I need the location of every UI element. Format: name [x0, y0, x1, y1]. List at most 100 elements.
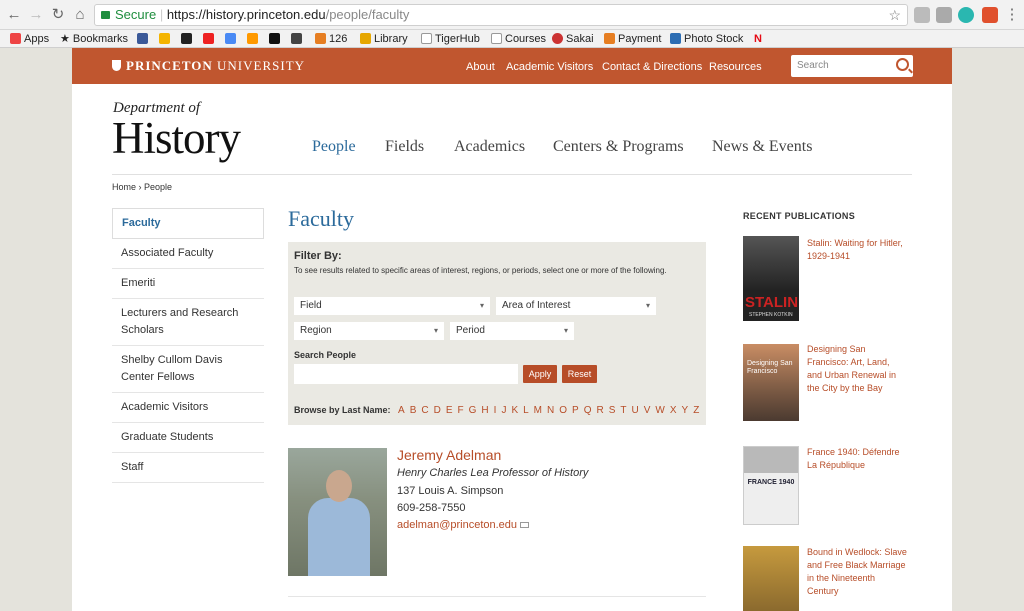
drive-icon[interactable] — [159, 32, 173, 46]
page-title: Faculty — [288, 206, 354, 231]
bookmark-payment[interactable]: Payment — [604, 32, 661, 46]
topnav-about[interactable]: About — [466, 61, 495, 73]
letter-link-b[interactable]: B — [410, 405, 417, 416]
arrow-right-icon[interactable]: → — [26, 5, 46, 25]
home-icon[interactable]: ⌂ — [70, 5, 90, 25]
reset-button[interactable]: Reset — [562, 365, 597, 383]
extension-icon[interactable] — [958, 7, 974, 23]
letter-link-o[interactable]: O — [559, 405, 567, 416]
nav-people[interactable]: People — [312, 138, 356, 156]
letter-link-w[interactable]: W — [655, 405, 664, 416]
letter-link-t[interactable]: T — [620, 405, 626, 416]
page: PRINCETON UNIVERSITY About Academic Visi… — [72, 48, 952, 611]
letter-link-p[interactable]: P — [572, 405, 579, 416]
nav-fields[interactable]: Fields — [385, 138, 424, 156]
field-select[interactable]: Field — [294, 297, 490, 315]
bookmark-126[interactable]: 126 — [315, 32, 347, 46]
bookmark-library[interactable]: Library — [360, 32, 408, 46]
letter-link-i[interactable]: I — [494, 405, 497, 416]
search-icon[interactable] — [896, 58, 909, 71]
sidebar-item-lecturers[interactable]: Lecturers and Research Scholars — [112, 299, 264, 346]
letter-link-c[interactable]: C — [421, 405, 428, 416]
area-of-interest-select[interactable]: Area of Interest — [496, 297, 656, 315]
letter-link-z[interactable]: Z — [693, 405, 699, 416]
faculty-name[interactable]: Jeremy Adelman — [397, 447, 501, 463]
sidebar-item-emeriti[interactable]: Emeriti — [112, 269, 264, 299]
bookmark-tigerhub[interactable]: TigerHub — [421, 32, 480, 46]
bookmark-star-icon[interactable]: ☆ — [888, 5, 901, 25]
shield-extension-icon[interactable] — [982, 7, 998, 23]
letter-link-a[interactable]: A — [398, 405, 405, 416]
letter-link-m[interactable]: M — [534, 405, 542, 416]
letter-link-d[interactable]: D — [434, 405, 441, 416]
princeton-logo[interactable]: PRINCETON UNIVERSITY — [112, 58, 305, 74]
book-cover-san-francisco[interactable]: Designing San Francisco — [743, 344, 799, 421]
facebook-icon[interactable] — [137, 32, 151, 46]
bookmark-apps[interactable]: Apps — [10, 32, 49, 46]
extension-icon[interactable] — [936, 7, 952, 23]
letter-link-f[interactable]: F — [458, 405, 464, 416]
letter-link-k[interactable]: K — [511, 405, 518, 416]
letter-link-l[interactable]: L — [523, 405, 529, 416]
book-cover-bound-in-wedlock[interactable] — [743, 546, 799, 611]
book-cover-stalin[interactable]: STALIN STEPHEN KOTKIN — [743, 236, 799, 321]
topnav-academic-visitors[interactable]: Academic Visitors — [506, 61, 593, 73]
nav-academics[interactable]: Academics — [454, 138, 525, 156]
letter-link-q[interactable]: Q — [584, 405, 592, 416]
email-text[interactable]: adelman@princeton.edu — [397, 519, 517, 531]
netflix-icon[interactable]: N — [754, 32, 762, 46]
publication-link[interactable]: Bound in Wedlock: Slave and Free Black M… — [807, 546, 907, 598]
reload-icon[interactable]: ↻ — [48, 5, 68, 25]
bookmark-photo-stock[interactable]: Photo Stock — [670, 32, 743, 46]
topnav-contact[interactable]: Contact & Directions — [602, 61, 702, 73]
bookmark-sakai[interactable]: Sakai — [552, 32, 594, 46]
youtube-icon[interactable] — [203, 32, 217, 46]
letter-link-y[interactable]: Y — [682, 405, 689, 416]
letter-link-g[interactable]: G — [469, 405, 477, 416]
dept-title[interactable]: History — [112, 112, 241, 164]
search-people-input[interactable] — [294, 364, 518, 384]
translate-icon[interactable] — [225, 32, 239, 46]
letter-link-v[interactable]: V — [644, 405, 651, 416]
sidebar-item-associated-faculty[interactable]: Associated Faculty — [112, 239, 264, 269]
apply-button[interactable]: Apply — [523, 365, 557, 383]
faculty-photo[interactable] — [288, 448, 387, 576]
nytimes-icon[interactable] — [269, 32, 283, 46]
cloud-icon[interactable] — [914, 7, 930, 23]
sidebar-item-davis-fellows[interactable]: Shelby Cullom Davis Center Fellows — [112, 346, 264, 393]
letter-link-u[interactable]: U — [632, 405, 639, 416]
region-select[interactable]: Region — [294, 322, 444, 340]
letter-link-e[interactable]: E — [446, 405, 453, 416]
nav-centers-programs[interactable]: Centers & Programs — [553, 138, 684, 156]
bookmark-bookmarks[interactable]: ★ Bookmarks — [60, 32, 128, 46]
period-select[interactable]: Period — [450, 322, 574, 340]
publication-link[interactable]: Stalin: Waiting for Hitler, 1929-1941 — [807, 237, 907, 263]
letter-link-n[interactable]: N — [547, 405, 554, 416]
address-bar[interactable]: Secure | https://history.princeton.edu/p… — [94, 4, 908, 26]
browse-label: Browse by Last Name: — [294, 405, 391, 415]
publication-link[interactable]: France 1940: Défendre La République — [807, 446, 907, 472]
breadcrumb[interactable]: Home › People — [112, 182, 172, 192]
faculty-email[interactable]: adelman@princeton.edu — [397, 519, 530, 531]
bookmark-courses[interactable]: Courses — [491, 32, 546, 46]
book-cover-france-1940[interactable]: FRANCE 1940 — [743, 446, 799, 525]
sidebar-item-graduate-students[interactable]: Graduate Students — [112, 423, 264, 453]
nav-news-events[interactable]: News & Events — [712, 138, 812, 156]
publication-link[interactable]: Designing San Francisco: Art, Land, and … — [807, 343, 907, 395]
site-search-input[interactable]: Search — [791, 55, 913, 77]
topnav-resources[interactable]: Resources — [709, 61, 762, 73]
bookmark-icon[interactable] — [291, 32, 305, 46]
bookmarks-bar: Apps ★ Bookmarks 126 Library TigerHub Co… — [0, 30, 1024, 48]
letter-link-r[interactable]: R — [596, 405, 603, 416]
letter-link-x[interactable]: X — [670, 405, 677, 416]
bookmark-icon[interactable] — [181, 32, 195, 46]
letter-link-s[interactable]: S — [609, 405, 616, 416]
letter-link-j[interactable]: J — [501, 405, 506, 416]
sidebar-item-staff[interactable]: Staff — [112, 453, 264, 483]
arrow-left-icon[interactable]: ← — [4, 5, 24, 25]
letter-link-h[interactable]: H — [481, 405, 488, 416]
sidebar-item-faculty[interactable]: Faculty — [112, 208, 264, 239]
menu-icon[interactable]: ⋮ — [1002, 5, 1022, 25]
sidebar-item-academic-visitors[interactable]: Academic Visitors — [112, 393, 264, 423]
bookmark-icon[interactable] — [247, 32, 261, 46]
